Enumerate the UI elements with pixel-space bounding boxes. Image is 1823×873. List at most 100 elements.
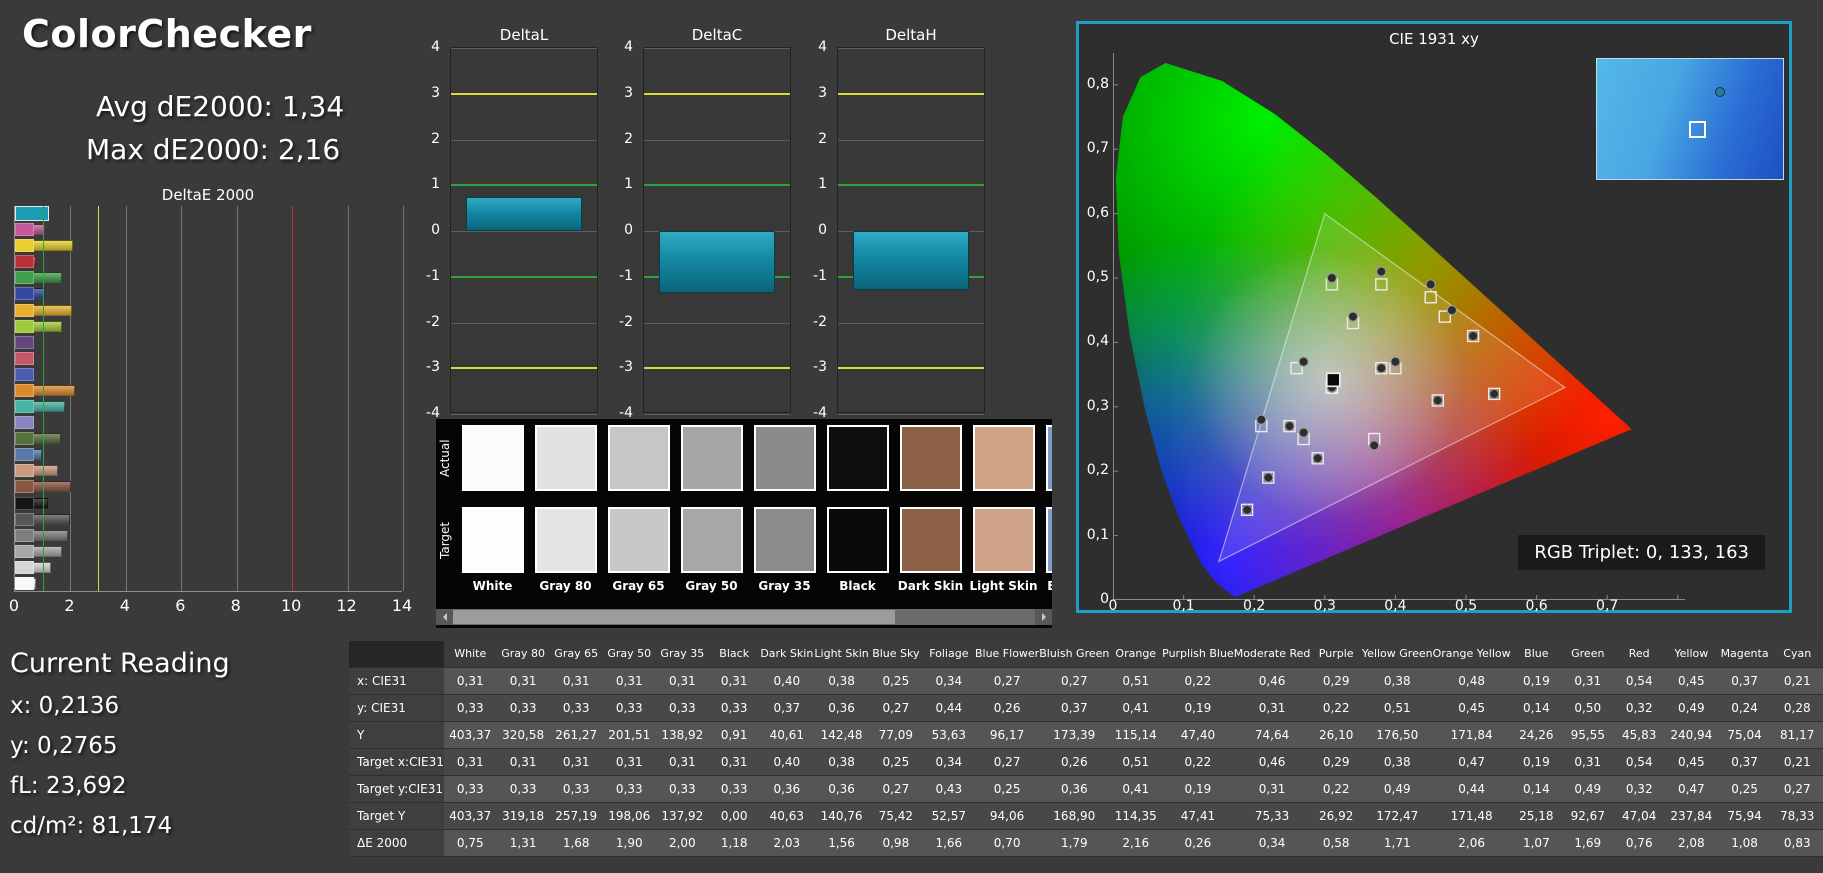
color-patch-bluish-green [15, 400, 34, 413]
table-cell: 0,41 [1109, 775, 1163, 803]
cie-x-tick: 0,5 [1454, 598, 1478, 614]
inset-target-square-icon [1689, 121, 1706, 138]
target-row-label: Target [438, 521, 452, 559]
table-cell: 0,58 [1310, 829, 1362, 857]
table-cell: 0,34 [922, 748, 975, 776]
cie-measured-orange-yellow [1446, 305, 1458, 316]
col-header-bluish-green: Bluish Green [1039, 641, 1110, 668]
table-cell: 0,54 [1613, 667, 1665, 695]
table-cell: 0,44 [1432, 775, 1511, 803]
table-cell: 1,69 [1562, 829, 1614, 857]
table-cell: 0,37 [1717, 667, 1772, 695]
scrollbar-thumb[interactable] [453, 610, 895, 624]
table-cell: 0,36 [759, 775, 815, 803]
col-header-yellow-green: Yellow Green [1361, 641, 1433, 668]
color-patch-blue [15, 287, 34, 301]
table-cell: 0,43 [922, 775, 975, 803]
table-cell: 0,33 [708, 694, 760, 722]
deltac-chart: DeltaC 4 3 2 1 0 -1 -2 -3 -4 [607, 26, 799, 426]
y-axis-labels: 4 3 2 1 0 -1 -2 -3 -4 [607, 39, 639, 421]
row-label: Y [349, 721, 444, 749]
col-header-green: Green [1562, 641, 1614, 668]
table-cell: 114,35 [1109, 802, 1163, 830]
table-cell: 0,45 [1432, 694, 1511, 722]
actual-swatch-gray-50 [681, 425, 743, 491]
table-cell: 1,66 [922, 829, 975, 857]
table-cell: 0,31 [549, 667, 603, 695]
cie-y-tick: 0,2 [1086, 462, 1109, 479]
table-cell: 171,48 [1432, 802, 1511, 830]
color-patch-black [15, 496, 34, 510]
y-tick: 1 [818, 176, 827, 193]
table-cell: 0,31 [602, 667, 656, 695]
table-cell: 47,40 [1162, 721, 1234, 749]
deltae-bar-row-magenta [15, 222, 402, 238]
color-patch-purplish-blue [15, 367, 34, 381]
table-cell: 75,94 [1717, 802, 1772, 830]
y-tick: -3 [813, 359, 827, 376]
table-cell: 0,40 [759, 667, 815, 695]
deltae-bar-row-black [15, 496, 402, 512]
col-header-blue-flower: Blue Flower [974, 641, 1040, 668]
actual-swatch-black [827, 425, 889, 491]
actual-swatch-white [462, 425, 524, 491]
table-cell: 176,50 [1361, 721, 1433, 749]
deltae2000-x-axis: 0 2 4 6 8 10 12 14 [9, 596, 414, 618]
table-cell: 92,67 [1562, 802, 1614, 830]
col-header-foliage: Foliage [922, 641, 975, 668]
col-header-white: White [443, 641, 497, 668]
table-cell: 0,19 [1162, 694, 1234, 722]
swatch-strip: Actual Target White Gray 80 Gray 65 Gray 50… [436, 419, 1052, 628]
cie-measured-yellow [1425, 279, 1436, 290]
y-tick: -1 [813, 267, 827, 284]
cie-x-tick: 0,7 [1596, 598, 1619, 614]
table-corner-cell [349, 641, 444, 668]
deltae-x-tick: 0 [8, 596, 20, 615]
table-cell: 0,27 [869, 694, 923, 722]
table-cell: 0,70 [974, 829, 1040, 857]
reading-fl: fL: 23,692 [10, 773, 127, 799]
col-header-dark-skin: Dark Skin [759, 641, 815, 668]
cie-measured-green [1326, 272, 1338, 284]
scroll-right-arrow-icon[interactable] [1035, 609, 1052, 625]
color-patch-gray-80 [15, 560, 34, 574]
table-cell: 0,33 [443, 694, 497, 722]
table-cell: 0,19 [1510, 667, 1563, 695]
table-row-y: Y 403,37 320,58 261,27 201,51 138,92 0,91 40,61… [349, 721, 1823, 749]
colorchecker-app: ColorChecker Avg dE2000: 1,34 Max dE2000… [0, 0, 1823, 873]
gridline [451, 414, 597, 415]
table-cell: 0,31 [602, 748, 656, 776]
table-cell: 0,31 [1562, 667, 1614, 695]
table-row-target-y-cie31: Target y:CIE31 0,33 0,33 0,33 0,33 0,33 0,33 0,… [349, 775, 1823, 803]
table-cell: 257,19 [549, 802, 603, 830]
deltah-chart-title: DeltaH [885, 26, 937, 44]
y-tick: 2 [624, 130, 633, 147]
table-cell: 0,14 [1510, 775, 1563, 803]
y-tick: -1 [619, 267, 633, 284]
table-cell: 172,47 [1361, 802, 1433, 830]
table-cell: 0,33 [549, 775, 603, 803]
cie-y-tick: 0,7 [1086, 140, 1109, 157]
green-limit-line [42, 206, 44, 591]
table-cell: 142,48 [814, 721, 870, 749]
deltah-bar [853, 231, 969, 291]
table-cell: 0,26 [974, 694, 1040, 722]
table-row-target-y: Target Y 403,37 319,18 257,19 198,06 137,92 0,… [349, 802, 1823, 830]
deltae-bar-row-gray-80 [15, 560, 402, 576]
max-de2000-readout: Max dE2000: 2,16 [86, 133, 341, 166]
target-swatch-white [462, 507, 524, 573]
table-cell: 0,38 [1361, 667, 1433, 695]
gridline [451, 231, 597, 232]
table-cell: 0,31 [708, 748, 760, 776]
table-cell: 75,42 [869, 802, 923, 830]
cie-y-tick: 0,5 [1086, 269, 1109, 285]
deltae-bar-row-gray-65 [15, 544, 402, 560]
cie-x-tick: 0,6 [1525, 598, 1548, 614]
row-label: Target Y [349, 802, 444, 830]
deltae-bar-row-blue-sky [15, 447, 402, 463]
swatch-label-white: White [472, 579, 513, 593]
swatch-scrollbar[interactable] [436, 609, 1052, 625]
scroll-left-arrow-icon[interactable] [436, 609, 453, 625]
table-cell: 75,33 [1233, 802, 1311, 830]
table-cell: 0,36 [814, 775, 870, 803]
